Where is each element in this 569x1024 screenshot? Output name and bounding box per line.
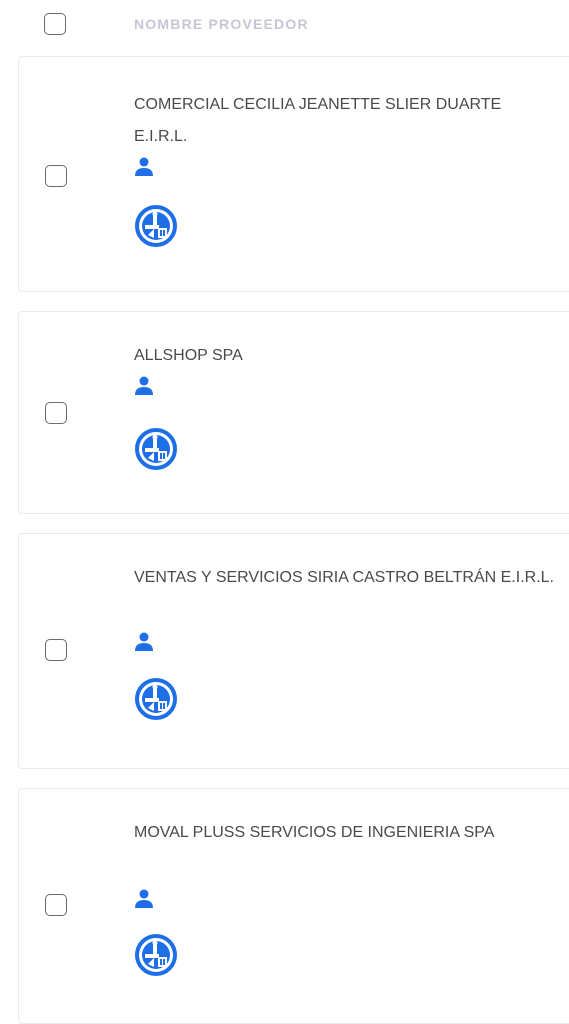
- column-header-supplier-name: NOMBRE PROVEEDOR: [134, 16, 309, 32]
- person-icon: [135, 632, 153, 651]
- table-row[interactable]: ALLSHOP SPA: [18, 311, 569, 514]
- supplier-name: ALLSHOP SPA: [134, 347, 243, 364]
- table-row[interactable]: VENTAS Y SERVICIOS SIRIA CASTRO BELTRÁN …: [18, 533, 569, 769]
- supplier-logo-icon: [135, 205, 177, 247]
- select-all-checkbox[interactable]: [44, 13, 66, 35]
- supplier-logo-icon: [135, 428, 177, 470]
- person-icon: [135, 889, 153, 908]
- supplier-name: MOVAL PLUSS SERVICIOS DE INGENIERIA SPA: [134, 824, 495, 841]
- table-row[interactable]: MOVAL PLUSS SERVICIOS DE INGENIERIA SPA: [18, 788, 569, 1024]
- table-row[interactable]: COMERCIAL CECILIA JEANETTE SLIER DUARTE …: [18, 56, 569, 292]
- supplier-name: VENTAS Y SERVICIOS SIRIA CASTRO BELTRÁN …: [134, 569, 554, 586]
- row-checkbox[interactable]: [45, 165, 67, 187]
- row-checkbox[interactable]: [45, 639, 67, 661]
- row-checkbox[interactable]: [45, 894, 67, 916]
- supplier-name: COMERCIAL CECILIA JEANETTE SLIER DUARTE …: [134, 96, 502, 145]
- person-icon: [135, 376, 153, 395]
- person-icon: [135, 157, 153, 176]
- row-checkbox[interactable]: [45, 402, 67, 424]
- supplier-logo-icon: [135, 934, 177, 976]
- table-header: NOMBRE PROVEEDOR: [0, 0, 569, 52]
- supplier-logo-icon: [135, 678, 177, 720]
